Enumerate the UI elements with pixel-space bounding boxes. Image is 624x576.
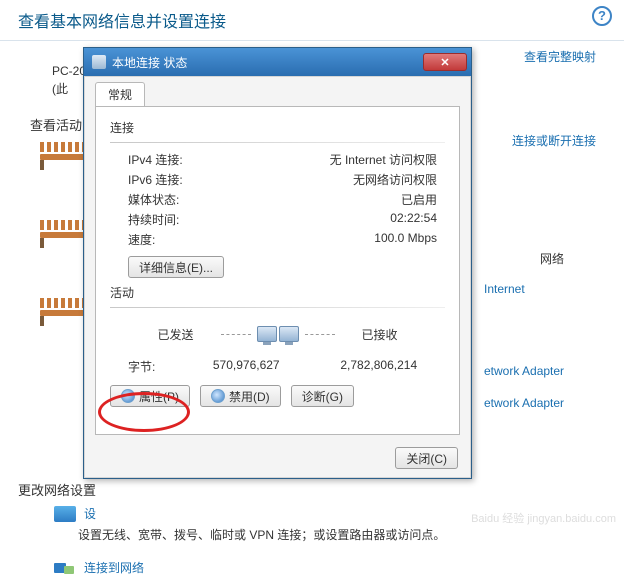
media-label: 媒体状态:: [128, 191, 208, 208]
ipv6-value: 无网络访问权限: [208, 171, 445, 188]
activity-section-title: 活动: [110, 284, 445, 301]
close-icon: ✕: [440, 56, 449, 69]
tab-strip: 常规: [85, 77, 470, 103]
close-button[interactable]: ✕: [423, 53, 467, 71]
shield-icon: [211, 389, 225, 403]
received-label: 已接收: [335, 326, 425, 343]
activity-icon: [251, 316, 305, 352]
dialog-titlebar[interactable]: 本地连接 状态 ✕: [84, 48, 471, 76]
connect-network-link[interactable]: 连接到网络: [84, 559, 144, 576]
bytes-label: 字节:: [110, 358, 180, 375]
tab-general[interactable]: 常规: [95, 82, 145, 108]
speed-label: 速度:: [128, 231, 208, 248]
tab-panel: 连接 IPv4 连接:无 Internet 访问权限 IPv6 连接:无网络访问…: [95, 106, 460, 435]
media-value: 已启用: [208, 191, 445, 208]
ipv4-value: 无 Internet 访问权限: [208, 151, 445, 168]
speed-value: 100.0 Mbps: [208, 231, 445, 248]
connection-icon: [92, 55, 106, 69]
duration-label: 持续时间:: [128, 211, 208, 228]
watermark: Baidu 经验 jingyan.baidu.com: [471, 510, 616, 526]
properties-button[interactable]: 属性(P): [110, 385, 190, 407]
bytes-sent: 570,976,627: [180, 358, 313, 375]
duration-value: 02:22:54: [208, 211, 445, 228]
bytes-received: 2,782,806,214: [313, 358, 446, 375]
shield-icon: [121, 389, 135, 403]
connection-section-title: 连接: [110, 119, 445, 136]
setup-connection-hint: 设置无线、宽带、拨号、临时或 VPN 连接；或设置路由器或访问点。: [78, 526, 445, 543]
status-dialog: 本地连接 状态 ✕ 常规 连接 IPv4 连接:无 Internet 访问权限 …: [83, 47, 472, 479]
disable-button[interactable]: 禁用(D): [200, 385, 281, 407]
setup-connection-link[interactable]: 设: [84, 505, 96, 522]
page-title: 查看基本网络信息并设置连接: [0, 0, 624, 41]
adapter-link-2[interactable]: etwork Adapter: [484, 396, 624, 410]
connect-network-icon: [54, 560, 76, 576]
ipv4-label: IPv4 连接:: [128, 151, 208, 168]
ipv6-label: IPv6 连接:: [128, 171, 208, 188]
close-dialog-button[interactable]: 关闭(C): [395, 447, 458, 469]
sent-label: 已发送: [131, 326, 221, 343]
dialog-title: 本地连接 状态: [112, 54, 187, 71]
setup-connection-icon: [54, 506, 76, 522]
change-settings-heading: 更改网络设置: [18, 480, 445, 499]
diagnose-button[interactable]: 诊断(G): [291, 385, 354, 407]
help-icon[interactable]: ?: [592, 6, 612, 26]
details-button[interactable]: 详细信息(E)...: [128, 256, 224, 278]
